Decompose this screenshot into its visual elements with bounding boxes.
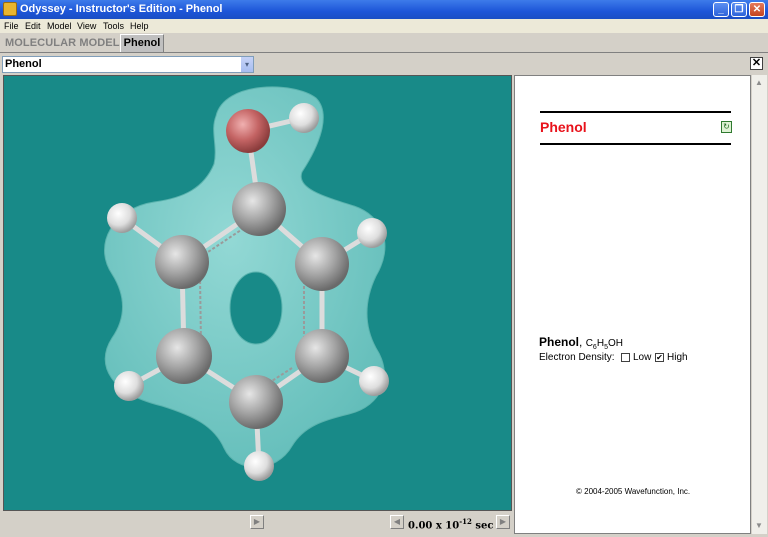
hydrogen-atom <box>114 371 144 401</box>
time-unit: sec <box>475 520 494 532</box>
low-density-checkbox[interactable] <box>621 353 630 362</box>
molecule-viewer[interactable] <box>3 75 512 511</box>
step-forward-button[interactable]: ▶ <box>496 515 510 529</box>
carbon-atom <box>232 182 286 236</box>
electron-density-label: Electron Density: <box>539 352 615 363</box>
formula-h: H <box>596 338 605 349</box>
molecule-formula: C6H5OH <box>585 338 623 351</box>
vertical-scrollbar[interactable] <box>751 75 767 534</box>
time-readout: 0.00 x 10-12 sec <box>408 514 494 532</box>
carbon-atom <box>295 329 349 383</box>
divider-top <box>540 111 731 113</box>
hydrogen-atom <box>107 203 137 233</box>
hydrogen-atom <box>357 218 387 248</box>
molecule-name-text: Phenol <box>539 335 580 349</box>
refresh-icon[interactable]: ↻ <box>721 121 732 133</box>
phenol-model[interactable] <box>4 76 511 510</box>
window-title: Odyssey - Instructor's Edition - Phenol <box>20 3 223 15</box>
low-density-label: Low <box>633 352 652 363</box>
hydrogen-atom <box>359 366 389 396</box>
time-value: 0.00 x 10 <box>408 520 460 532</box>
formula-c: C <box>585 338 593 349</box>
divider-bottom <box>540 143 731 145</box>
play-button[interactable]: ▶ <box>250 515 264 529</box>
tab-molecular-models[interactable]: MOLECULAR MODELS <box>5 37 127 49</box>
chevron-down-icon[interactable]: ▾ <box>240 57 253 72</box>
scroll-down-button[interactable]: ▼ <box>751 518 767 534</box>
close-window-button[interactable]: ✕ <box>749 2 765 17</box>
menu-edit[interactable]: Edit <box>25 19 41 33</box>
hydrogen-atom <box>289 103 319 133</box>
formula-oh: OH <box>607 338 623 349</box>
maximize-button[interactable]: ❐ <box>731 2 747 17</box>
tab-phenol[interactable]: Phenol <box>120 34 164 52</box>
high-density-label: High <box>667 352 688 363</box>
close-pane-button[interactable]: ✕ <box>750 57 763 70</box>
time-exponent: -12 <box>459 517 472 526</box>
carbon-atom <box>295 237 349 291</box>
step-back-button[interactable]: ◀ <box>390 515 404 529</box>
carbon-atom <box>156 328 212 384</box>
carbon-atom <box>229 375 283 429</box>
copyright-text: © 2004-2005 Wavefunction, Inc. <box>576 487 691 496</box>
oxygen-atom <box>226 109 270 153</box>
menu-view[interactable]: View <box>77 19 96 33</box>
minimize-button[interactable]: _ <box>713 2 729 17</box>
carbon-atom <box>155 235 209 289</box>
menu-tools[interactable]: Tools <box>103 19 124 33</box>
ring-hole <box>229 271 283 345</box>
molecule-name: Phenol, C6H5OH <box>539 335 623 351</box>
menu-help[interactable]: Help <box>130 19 149 33</box>
tab-divider <box>0 52 768 53</box>
scroll-up-button[interactable]: ▲ <box>751 75 767 91</box>
menu-file[interactable]: File <box>4 19 19 33</box>
model-select-value: Phenol <box>5 58 42 70</box>
high-density-checkbox[interactable]: ✔ <box>655 353 664 362</box>
app-icon <box>3 2 17 16</box>
menu-model[interactable]: Model <box>47 19 72 33</box>
panel-title: Phenol <box>540 119 587 135</box>
hydrogen-atom <box>244 451 274 481</box>
